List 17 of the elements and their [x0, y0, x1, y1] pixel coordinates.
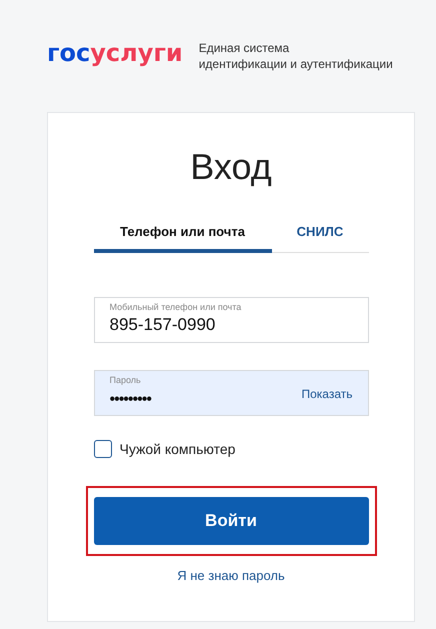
forgot-password-link[interactable]: Я не знаю пароль — [177, 568, 285, 583]
field-label: Пароль — [110, 375, 142, 385]
tab[interactable]: СНИЛС — [272, 215, 368, 253]
page-title: Вход — [190, 147, 272, 187]
logo: госуслуги — [47, 39, 183, 67]
input-field[interactable]: Мобильный телефон или почта 895-157-0990 — [94, 297, 368, 343]
field-value: 895-157-0990 — [110, 315, 216, 335]
input-field[interactable]: Пароль ••••••••• Показать — [94, 370, 368, 416]
field-label: Мобильный телефон или почта — [110, 302, 242, 312]
tagline: Единая система — [198, 40, 290, 56]
field-value: ••••••••• — [110, 391, 151, 409]
login-button[interactable]: Войти — [94, 497, 368, 545]
checkbox[interactable] — [94, 440, 112, 458]
checkbox-label: Чужой компьютер — [120, 441, 236, 457]
show-password-link[interactable]: Показать — [301, 387, 352, 401]
tagline: идентификации и аутентификации — [198, 56, 393, 72]
tab[interactable]: Телефон или почта — [94, 215, 272, 253]
